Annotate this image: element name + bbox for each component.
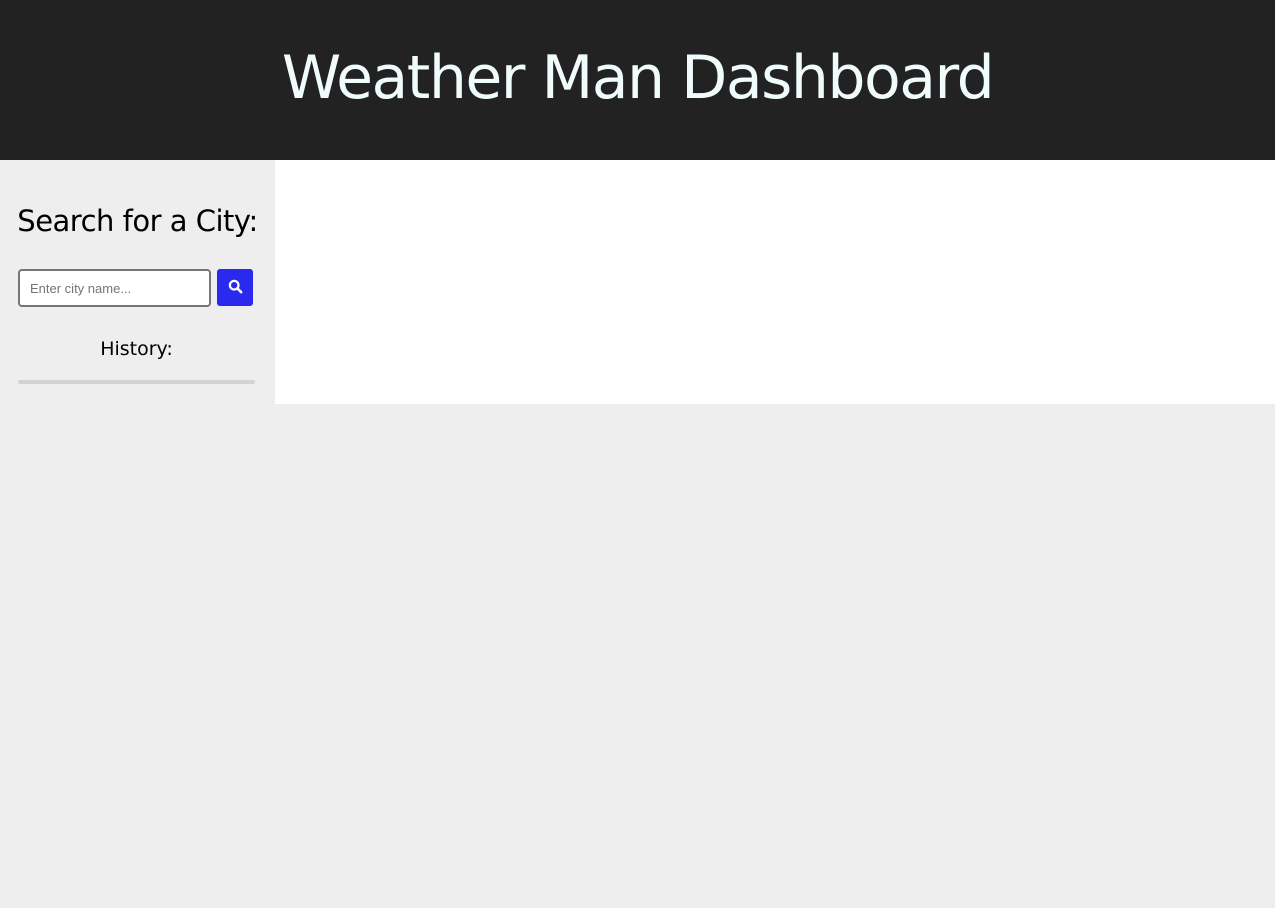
history-divider: [18, 380, 255, 384]
history-label: History:: [100, 338, 173, 360]
weather-panel: [275, 160, 1275, 404]
page-title: Weather Man Dashboard: [281, 43, 995, 113]
search-button[interactable]: [217, 269, 253, 306]
search-sidebar: Search for a City: History:: [0, 160, 275, 404]
search-heading: Search for a City:: [17, 204, 258, 238]
city-search-input[interactable]: [18, 269, 211, 307]
page-header: Weather Man Dashboard: [0, 0, 1275, 160]
search-icon: [228, 279, 243, 297]
